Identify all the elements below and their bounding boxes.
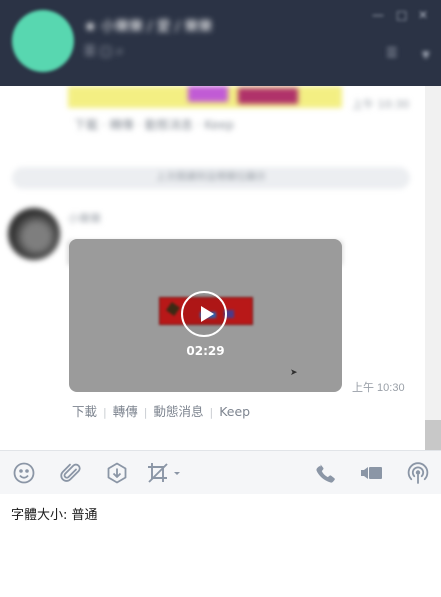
chat-area: 上午 10:30 下載 · 轉傳 · 動態消息 · Keep 上次閱讀到這裡欄位… (0, 86, 425, 450)
input-text: 字體大小: 普通 (11, 508, 98, 523)
maximize-icon[interactable]: □ (396, 8, 407, 22)
chevron-down-icon[interactable]: ▼ (422, 50, 430, 61)
timeline-link[interactable]: 動態消息 (153, 401, 203, 420)
sender-name: 小樂樂 (68, 212, 101, 225)
message-time: 上午 10:30 (352, 382, 405, 394)
divider: | (143, 406, 148, 419)
download-link[interactable]: 下載 (72, 401, 97, 420)
divider: | (103, 406, 107, 419)
previous-message-actions: 下載 · 轉傳 · 動態消息 · Keep (74, 118, 234, 132)
forward-link[interactable]: 轉傳 (113, 401, 138, 420)
chat-scrollbar[interactable] (425, 86, 441, 450)
keep-link[interactable]: Keep (219, 404, 250, 419)
video-duration: 02:29 (186, 344, 225, 358)
scrollbar-thumb[interactable] (425, 420, 441, 450)
divider: | (209, 406, 214, 419)
menu-icon[interactable]: ☰ (386, 46, 398, 61)
video-message[interactable]: 02:29 ➤ (69, 239, 342, 392)
attachment-icon[interactable] (59, 461, 83, 485)
date-divider: 上次閱讀到這裡欄位顯示 (12, 167, 410, 189)
play-icon (201, 306, 214, 322)
emoji-icon[interactable] (12, 461, 36, 485)
close-icon[interactable]: ✕ (418, 8, 428, 22)
video-call-icon[interactable] (360, 461, 384, 485)
previous-message-time: 上午 10:30 (352, 98, 410, 111)
crop-screenshot-icon[interactable] (147, 461, 183, 485)
chat-header: ★ 小樂樂 / 愛 / 樂樂 ☰ ▢ ⌕ — □ ✕ ☰ ▼ (0, 0, 441, 86)
sender-avatar[interactable] (8, 208, 60, 260)
input-toolbar (0, 450, 441, 495)
previous-message-image[interactable] (68, 86, 342, 108)
chat-title: ★ 小樂樂 / 愛 / 樂樂 (84, 19, 213, 35)
chat-subtitle: ☰ ▢ ⌕ (84, 44, 124, 59)
message-input[interactable]: 字體大小: 普通 (0, 494, 441, 597)
group-avatar[interactable] (12, 10, 74, 72)
minimize-icon[interactable]: — (372, 8, 384, 22)
date-divider-label: 上次閱讀到這裡欄位顯示 (156, 172, 266, 183)
video-cursor-mark: ➤ (290, 368, 298, 378)
play-button[interactable] (181, 291, 227, 337)
broadcast-icon[interactable] (406, 461, 430, 485)
phone-icon[interactable] (314, 461, 338, 485)
save-download-icon[interactable] (105, 461, 129, 485)
message-actions: 下載 | 轉傳 | 動態消息 | Keep (72, 401, 250, 420)
